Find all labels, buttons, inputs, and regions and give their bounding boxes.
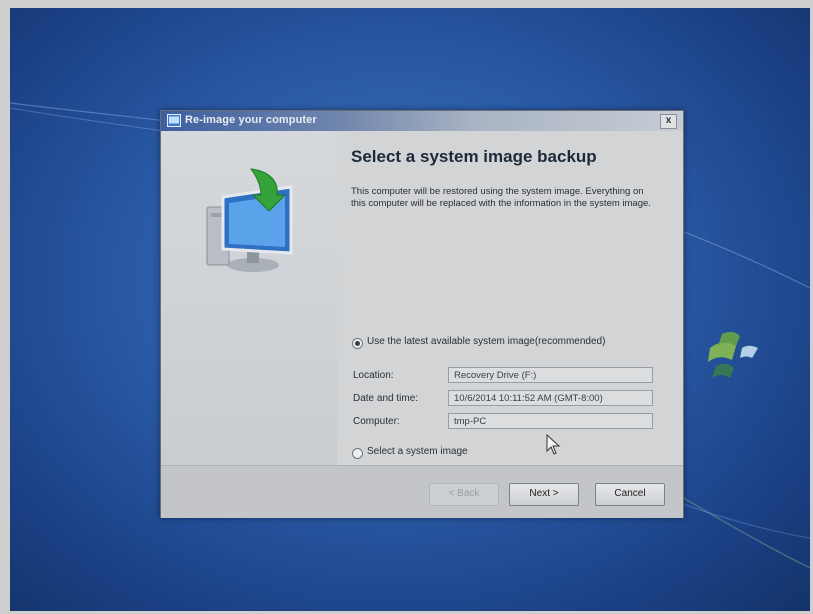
illustration-pane [161, 131, 337, 465]
datetime-label: Date and time: [353, 393, 419, 404]
dialog-title: Re-image your computer [185, 114, 317, 126]
description-text: This computer will be restored using the… [351, 186, 651, 209]
location-field: Recovery Drive (F:) [448, 367, 653, 383]
select-image-radio[interactable] [352, 448, 363, 459]
select-image-label[interactable]: Select a system image [367, 446, 468, 457]
latest-image-radio[interactable] [352, 338, 363, 349]
restore-illustration-icon [206, 168, 293, 272]
computer-field: tmp-PC [448, 413, 653, 429]
datetime-field: 10/6/2014 10:11:52 AM (GMT-8:00) [448, 390, 653, 406]
dialog-title-bar: Re-image your computer x [161, 111, 683, 131]
close-button[interactable]: x [660, 114, 677, 129]
cancel-button[interactable]: Cancel [595, 483, 665, 506]
windows-logo-icon [708, 331, 758, 378]
button-bar: < Back Next > Cancel [161, 465, 683, 518]
location-label: Location: [353, 370, 394, 381]
back-button[interactable]: < Back [429, 483, 499, 506]
page-title: Select a system image backup [351, 147, 597, 166]
content-pane: Select a system image backup This comput… [337, 131, 683, 465]
desktop-background: Re-image your computer x Select a system… [10, 8, 810, 611]
mouse-cursor-icon [546, 434, 561, 455]
reimage-dialog: Re-image your computer x Select a system… [160, 110, 684, 518]
next-button[interactable]: Next > [509, 483, 579, 506]
computer-label: Computer: [353, 416, 400, 427]
latest-image-label[interactable]: Use the latest available system image(re… [367, 336, 605, 347]
window-icon [167, 114, 181, 127]
close-icon: x [665, 115, 672, 126]
